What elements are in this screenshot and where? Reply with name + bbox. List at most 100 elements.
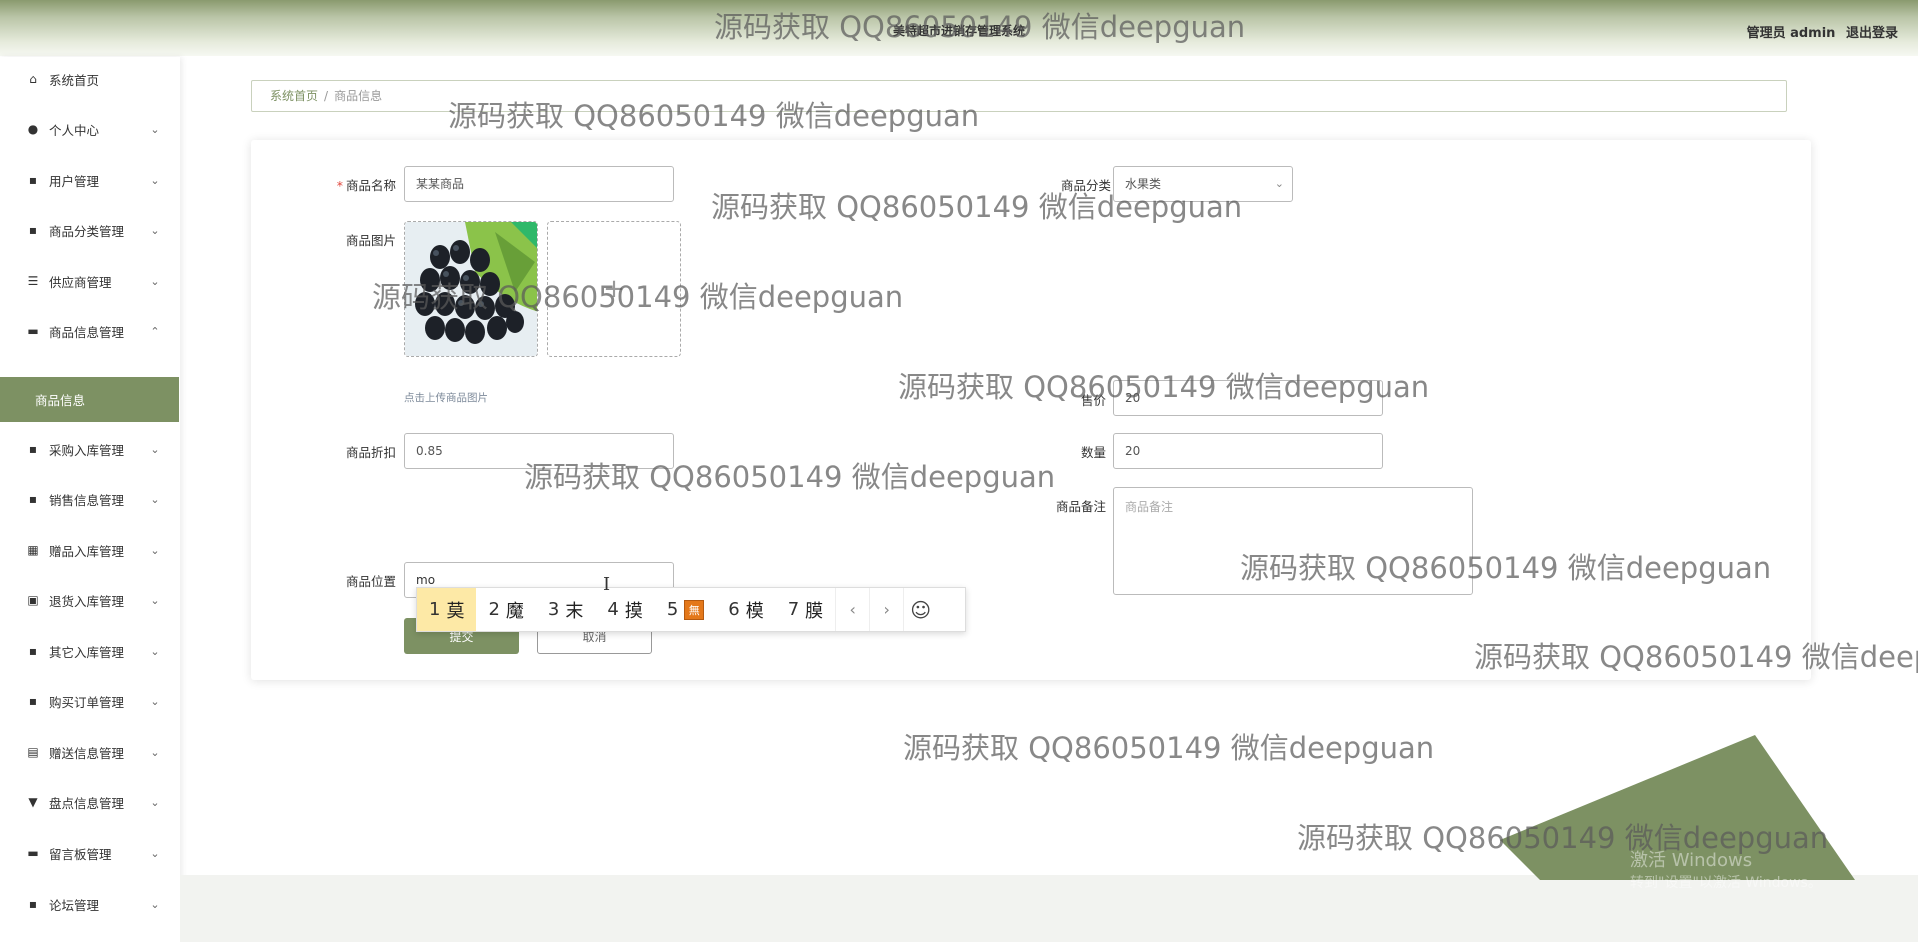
sidebar-item-sales[interactable]: ▪ 销售信息管理 ⌄ [0,477,179,521]
text-cursor-icon: I [603,574,611,595]
ime-candidate[interactable]: 7膜 [776,588,835,631]
grid-icon: ▪ [28,173,38,187]
sidebar-item-label: 个人中心 [49,122,100,138]
sidebar-subitem-product-info[interactable]: 商品信息 [0,377,179,422]
sidebar: ⌂ 系统首页 ● 个人中心 ⌄ ▪ 用户管理 ⌄ ▪ 商品分类管理 ⌄ ☰ 供应… [0,57,180,942]
admin-label: 管理员 admin [1746,26,1836,41]
sidebar-item-label: 供应商管理 [49,274,112,290]
grid-icon: ▪ [28,644,38,658]
watermark: 源码获取 QQ86050149 微信deepguan [903,731,1435,765]
sidebar-item-label: 系统首页 [49,72,100,88]
chevron-left-icon[interactable]: ‹ [835,588,869,631]
chevron-down-icon: ⌄ [1274,177,1284,190]
sidebar-item-label: 赠送信息管理 [49,745,125,761]
chevron-down-icon: ⌄ [150,593,160,607]
watermark: 源码获取 QQ86050149 微信deepguan [524,460,1056,494]
chevron-down-icon: ⌄ [150,846,160,860]
sidebar-item-inventory[interactable]: ▼ 盘点信息管理 ⌄ [0,780,179,824]
sidebar-item-gift-info[interactable]: ▤ 赠送信息管理 ⌄ [0,730,179,774]
grid-icon: ▪ [28,492,38,506]
watermark: 源码获取 QQ86050149 微信deepguan [898,370,1430,404]
sidebar-item-users[interactable]: ▪ 用户管理 ⌄ [0,158,179,202]
sidebar-item-forum[interactable]: ▪ 论坛管理 ⌄ [0,882,179,926]
chevron-down-icon: ⌄ [150,173,160,187]
sidebar-item-purchase[interactable]: ▪ 采购入库管理 ⌄ [0,427,179,471]
watermark: 源码获取 QQ86050149 微信deepguan [1297,821,1829,855]
sidebar-item-orders[interactable]: ▪ 购买订单管理 ⌄ [0,679,179,723]
sidebar-item-label: 赠品入库管理 [49,543,125,559]
sidebar-item-label: 论坛管理 [49,897,100,913]
sidebar-item-label: 留言板管理 [49,846,112,862]
chevron-down-icon: ⌄ [150,223,160,237]
watermark: 源码获取 QQ86050149 微信deepguan [711,190,1243,224]
board-icon: ▬ [27,846,39,860]
discount-label: 商品折扣 [345,445,396,460]
chevron-down-icon: ⌄ [150,644,160,658]
quantity-label: 数量 [1080,445,1106,460]
chevron-down-icon: ⌄ [150,795,160,809]
windows-activation-hint: 转到"设置"以激活 Windows。 [1630,875,1822,891]
breadcrumb-home[interactable]: 系统首页 [270,89,318,103]
ime-candidate[interactable]: 3末 [536,588,595,631]
chevron-down-icon: ⌄ [150,442,160,456]
upload-hint: 点击上传商品图片 [404,392,488,404]
sidebar-item-label: 其它入库管理 [49,644,125,660]
ime-candidate-bar: 1莫 2魔 3末 4摸 5無 6模 7膜 ‹ › ☺ [416,587,966,632]
chevron-down-icon: ⌄ [150,122,160,136]
chevron-right-icon[interactable]: › [869,588,903,631]
location-label: 商品位置 [345,574,396,589]
apps-icon: ▦ [27,543,39,557]
grid-icon: ▪ [28,694,38,708]
user-icon: ● [27,122,39,136]
sidebar-item-messages[interactable]: ▬ 留言板管理 ⌄ [0,831,179,875]
breadcrumb-separator: / [324,89,329,103]
sidebar-item-label: 采购入库管理 [49,442,125,458]
return-icon: ▣ [27,593,39,607]
image-label: 商品图片 [345,233,396,248]
sidebar-item-other-in[interactable]: ▪ 其它入库管理 ⌄ [0,629,179,673]
breadcrumb-current: 商品信息 [334,89,383,103]
ime-candidate[interactable]: 6模 [716,588,775,631]
chevron-down-icon: ⌄ [150,694,160,708]
sidebar-item-gift-in[interactable]: ▦ 赠品入库管理 ⌄ [0,528,179,572]
sidebar-item-label: 购买订单管理 [49,694,125,710]
logout-link[interactable]: 退出登录 [1846,26,1898,41]
ime-candidate[interactable]: 1莫 [417,588,477,631]
emoji-candidate-icon: 無 [684,599,705,620]
inventory-icon: ▼ [28,795,38,809]
clipboard-icon: ▤ [27,745,39,759]
chevron-down-icon: ⌄ [150,543,160,557]
name-input[interactable]: 某某商品 [404,166,674,202]
sidebar-item-home[interactable]: ⌂ 系统首页 [0,57,179,101]
grid-icon: ▪ [28,897,38,911]
sidebar-item-label: 用户管理 [49,173,100,189]
uploaded-check-badge [511,222,537,248]
sidebar-item-label: 商品信息管理 [49,324,125,340]
ime-candidate[interactable]: 2魔 [476,588,535,631]
list-icon: ☰ [27,274,39,288]
chevron-down-icon: ⌄ [150,274,160,288]
home-icon: ⌂ [29,72,37,86]
emoji-icon[interactable]: ☺ [903,588,937,631]
quantity-input[interactable]: 20 [1113,433,1383,469]
chevron-down-icon: ⌄ [150,492,160,506]
required-mark: * [336,178,343,193]
sidebar-item-label: 退货入库管理 [49,593,125,609]
sidebar-item-personal[interactable]: ● 个人中心 ⌄ [0,107,179,151]
grid-icon: ▪ [28,442,38,456]
ime-candidate[interactable]: 5無 [655,588,716,631]
watermark: 源码获取 QQ86050149 微信deepguan [1474,640,1918,674]
sidebar-item-label: 盘点信息管理 [49,795,125,811]
sidebar-item-supplier[interactable]: ☰ 供应商管理 ⌄ [0,259,179,303]
name-label: * 商品名称 [336,178,396,193]
watermark: 源码获取 QQ86050149 微信deepguan [1240,551,1772,585]
chevron-up-icon: ⌃ [150,324,160,338]
remark-label: 商品备注 [1055,499,1106,514]
sidebar-item-product[interactable]: ▬ 商品信息管理 ⌃ [0,309,179,353]
sidebar-item-category[interactable]: ▪ 商品分类管理 ⌄ [0,208,179,252]
sidebar-item-return[interactable]: ▣ 退货入库管理 ⌄ [0,578,179,622]
sidebar-item-label: 销售信息管理 [49,492,125,508]
chevron-down-icon: ⌄ [150,897,160,911]
watermark: 源码获取 QQ86050149 微信deepguan [372,280,904,314]
chevron-down-icon: ⌄ [150,745,160,759]
